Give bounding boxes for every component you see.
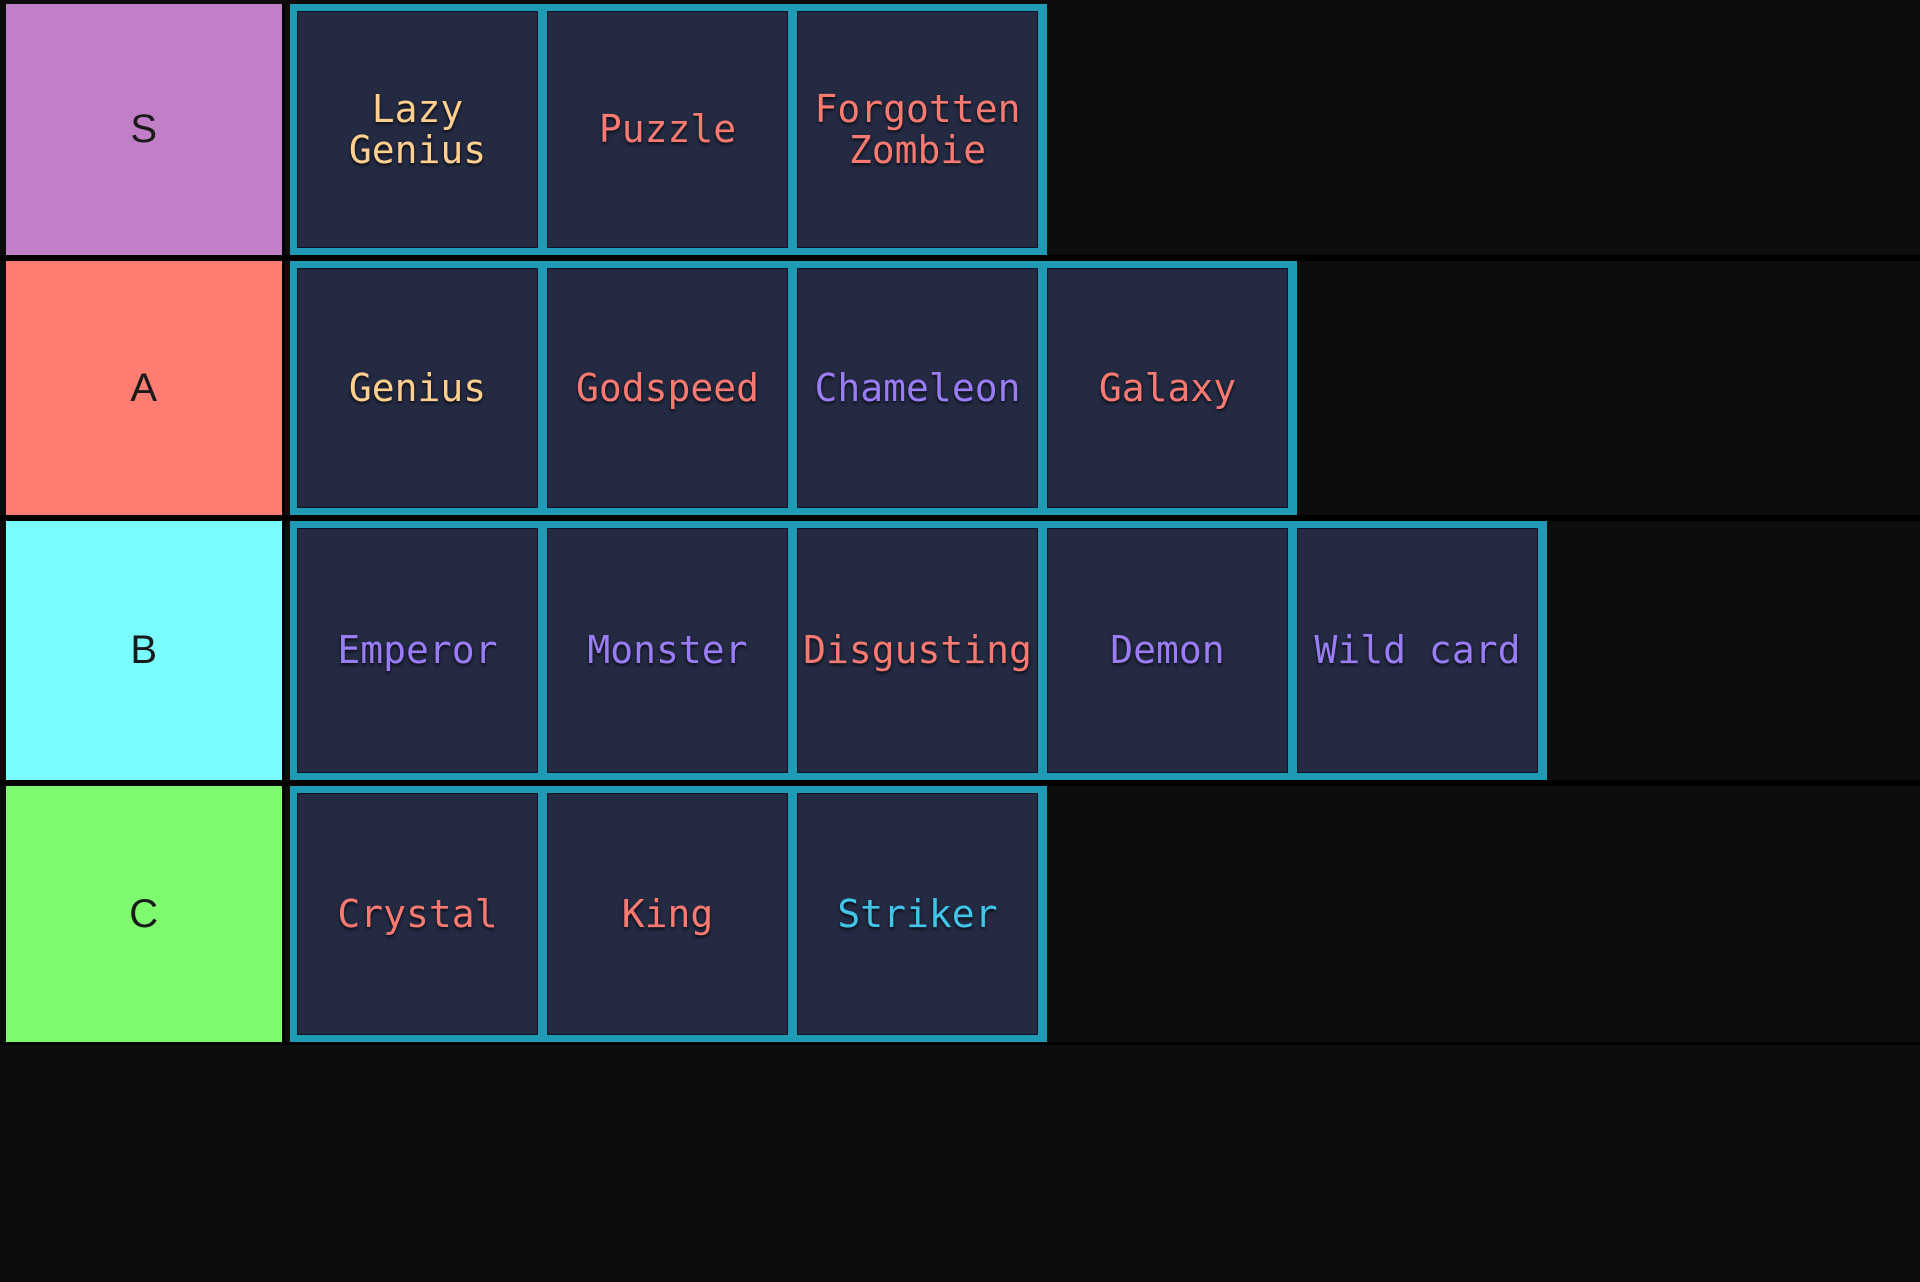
tier-card-label: Crystal <box>337 891 498 936</box>
tier-cards-area-a: Genius Godspeed Chameleon Galaxy <box>285 261 1920 515</box>
tier-card-label: Striker <box>837 891 998 936</box>
tier-card[interactable]: Emperor <box>297 528 538 773</box>
tier-list-board: S Lazy Genius Puzzle Forgotten Zombie A Geniu… <box>0 0 1920 1282</box>
tier-card-label: Galaxy <box>1098 365 1237 410</box>
tier-row-s: S Lazy Genius Puzzle Forgotten Zombie <box>0 0 1920 258</box>
tier-card-label: Disgusting <box>803 628 1032 673</box>
tier-card[interactable]: Galaxy <box>1047 268 1288 508</box>
tier-cards-strip: Genius Godspeed Chameleon Galaxy <box>290 261 1297 515</box>
tier-empty-space[interactable] <box>1047 786 1920 1042</box>
tier-card-label: Demon <box>1110 628 1225 673</box>
tier-card[interactable]: Striker <box>797 793 1038 1035</box>
tier-card-label: King <box>621 891 714 936</box>
tier-empty-space[interactable] <box>1547 521 1920 780</box>
tier-label-a[interactable]: A <box>0 261 285 515</box>
tier-card[interactable]: Crystal <box>297 793 538 1035</box>
tier-card-label: Godspeed <box>575 365 760 410</box>
tier-row-b: B Emperor Monster Disgusting Demon Wild card <box>0 518 1920 783</box>
tier-empty-space[interactable] <box>1047 4 1920 255</box>
tier-card[interactable]: Chameleon <box>797 268 1038 508</box>
tier-cards-strip: Crystal King Striker <box>290 786 1047 1042</box>
tier-card[interactable]: King <box>547 793 788 1035</box>
tier-card-label: Genius <box>348 365 487 410</box>
tier-row-a: A Genius Godspeed Chameleon Galaxy <box>0 258 1920 518</box>
tier-card[interactable]: Lazy Genius <box>297 11 538 248</box>
tier-card-label: Emperor <box>337 628 498 673</box>
tier-cards-area-c: Crystal King Striker <box>285 786 1920 1042</box>
tier-card[interactable]: Monster <box>547 528 788 773</box>
tier-cards-strip: Emperor Monster Disgusting Demon Wild card <box>290 521 1547 780</box>
tier-card-label: Forgotten Zombie <box>814 87 1021 172</box>
tier-card[interactable]: Wild card <box>1297 528 1538 773</box>
tier-card[interactable]: Disgusting <box>797 528 1038 773</box>
tier-card-label: Lazy Genius <box>348 87 487 172</box>
tier-label-c[interactable]: C <box>0 786 285 1042</box>
tier-row-c: C Crystal King Striker <box>0 783 1920 1045</box>
tier-label-s[interactable]: S <box>0 4 285 255</box>
tier-card[interactable]: Godspeed <box>547 268 788 508</box>
tier-card[interactable]: Genius <box>297 268 538 508</box>
tier-card[interactable]: Demon <box>1047 528 1288 773</box>
tier-card-label: Puzzle <box>598 107 737 152</box>
tier-cards-strip: Lazy Genius Puzzle Forgotten Zombie <box>290 4 1047 255</box>
tier-cards-area-b: Emperor Monster Disgusting Demon Wild card <box>285 521 1920 780</box>
tier-label-b[interactable]: B <box>0 521 285 780</box>
tier-card-label: Chameleon <box>814 365 1021 410</box>
tier-card[interactable]: Puzzle <box>547 11 788 248</box>
tier-card[interactable]: Forgotten Zombie <box>797 11 1038 248</box>
tier-card-label: Monster <box>587 628 748 673</box>
tier-cards-area-s: Lazy Genius Puzzle Forgotten Zombie <box>285 4 1920 255</box>
tier-empty-space[interactable] <box>1297 261 1920 515</box>
tier-card-label: Wild card <box>1314 628 1521 673</box>
